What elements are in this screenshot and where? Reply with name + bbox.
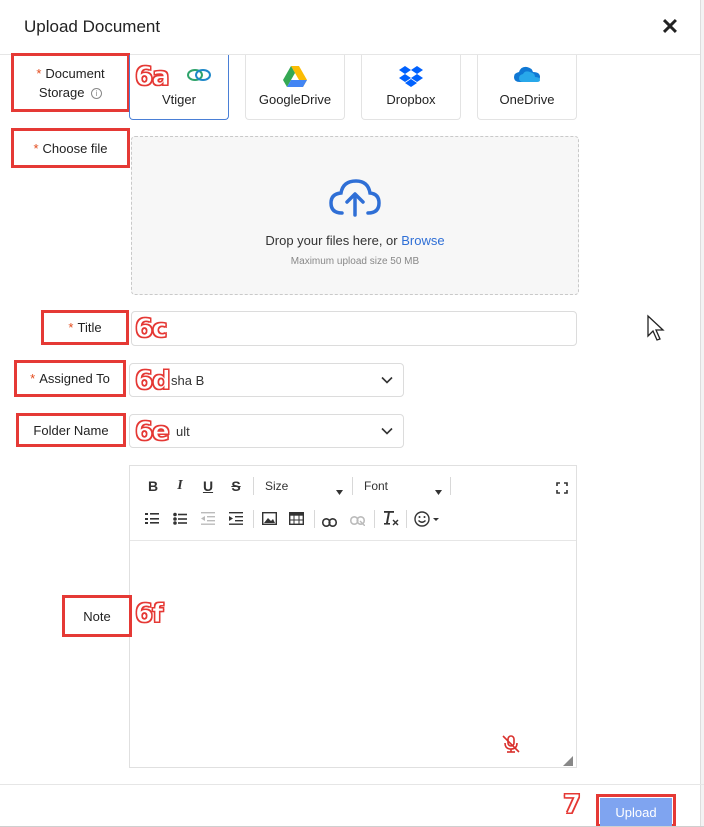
dropzone-text: Drop your files here, or Browse <box>131 233 579 248</box>
storage-option-label: OneDrive <box>499 92 555 107</box>
title-label: * Title <box>41 310 129 345</box>
folder-name-text: Folder Name <box>33 422 109 438</box>
required-mark: * <box>33 140 39 156</box>
bold-button[interactable]: B <box>143 476 163 496</box>
choose-file-label: * Choose file <box>11 128 130 168</box>
font-select[interactable]: Font <box>364 479 444 495</box>
mouse-cursor-icon <box>646 314 666 347</box>
toolbar-separator <box>314 510 315 528</box>
storage-option-label: Vtiger <box>162 92 196 107</box>
dropbox-icon <box>399 65 423 90</box>
numbered-list-icon[interactable] <box>145 512 159 530</box>
choose-file-text: Choose file <box>42 140 108 156</box>
info-icon[interactable]: i <box>91 87 103 99</box>
document-storage-text-2: Storage <box>38 84 85 100</box>
required-mark: * <box>36 65 42 81</box>
annotation-6e: 6e <box>135 417 171 448</box>
caret-down-icon <box>435 484 442 498</box>
note-editor[interactable] <box>129 465 577 768</box>
fullscreen-icon[interactable] <box>556 481 568 499</box>
google-drive-icon <box>283 65 307 90</box>
document-storage-label: * Document Storage i <box>11 53 130 112</box>
italic-button[interactable]: I <box>170 476 190 496</box>
annotation-7: 7 <box>562 790 581 821</box>
outdent-icon[interactable] <box>201 512 215 530</box>
size-select[interactable]: Size <box>265 479 345 495</box>
storage-option-dropbox[interactable]: Dropbox <box>361 55 461 120</box>
storage-option-label: Dropbox <box>386 92 436 107</box>
folder-name-select[interactable]: ult <box>129 414 404 448</box>
required-mark: * <box>30 371 36 386</box>
title-input[interactable] <box>131 311 577 346</box>
storage-option-onedrive[interactable]: OneDrive <box>477 55 577 120</box>
folder-name-value: ult <box>176 423 190 439</box>
link-icon[interactable] <box>322 514 337 532</box>
annotation-6c: 6c <box>135 314 168 345</box>
strikethrough-button[interactable]: S <box>226 476 246 496</box>
note-text: Note <box>83 608 111 624</box>
upload-size-limit: Maximum upload size 50 MB <box>290 256 420 267</box>
size-select-label: Size <box>265 479 289 493</box>
upload-button[interactable]: Upload <box>600 798 672 827</box>
clear-formatting-icon[interactable] <box>384 511 399 531</box>
vtiger-icon <box>186 65 212 88</box>
image-icon[interactable] <box>261 511 278 530</box>
folder-name-label: Folder Name <box>16 413 126 447</box>
dialog-title: Upload Document <box>24 17 161 36</box>
note-label: Note <box>62 595 132 637</box>
mic-muted-icon[interactable] <box>501 734 521 759</box>
underline-button[interactable]: U <box>198 476 218 496</box>
resize-handle-icon[interactable] <box>563 753 573 771</box>
required-mark: * <box>68 320 74 335</box>
emoji-icon[interactable] <box>414 511 440 532</box>
assigned-to-label: * Assigned To <box>14 360 126 397</box>
close-icon[interactable]: ✕ <box>660 16 680 38</box>
footer-divider <box>0 784 704 785</box>
cloud-upload-icon <box>328 177 382 224</box>
assigned-to-select[interactable]: sha B <box>129 363 404 397</box>
toolbar-separator <box>253 510 254 528</box>
annotation-6f: 6f <box>134 599 163 630</box>
scrollbar-edge <box>700 0 704 827</box>
toolbar-separator <box>253 477 254 495</box>
browse-link[interactable]: Browse <box>401 233 444 248</box>
toolbar-separator <box>374 510 375 528</box>
document-storage-text-1: Document <box>45 65 105 81</box>
onedrive-icon <box>513 65 541 86</box>
toolbar-separator <box>352 477 353 495</box>
dropzone-instruction: Drop your files here, or <box>265 233 402 248</box>
storage-option-googledrive[interactable]: GoogleDrive <box>245 55 345 120</box>
annotation-6a: 6a <box>135 62 171 93</box>
chevron-down-icon <box>381 373 393 388</box>
unlink-icon[interactable] <box>350 513 366 531</box>
bullet-list-icon[interactable] <box>173 512 187 530</box>
chevron-down-icon <box>381 424 393 439</box>
assigned-to-value: sha B <box>171 372 205 388</box>
toolbar-separator <box>406 510 407 528</box>
storage-option-label: GoogleDrive <box>258 92 332 107</box>
title-text: Title <box>77 320 102 335</box>
toolbar-divider <box>130 540 576 541</box>
toolbar-separator <box>450 477 451 495</box>
font-select-label: Font <box>364 479 389 493</box>
table-icon[interactable] <box>288 511 305 530</box>
annotation-6d: 6d <box>135 366 172 397</box>
assigned-to-text: Assigned To <box>39 371 110 386</box>
caret-down-icon <box>336 484 343 498</box>
indent-icon[interactable] <box>229 512 243 530</box>
